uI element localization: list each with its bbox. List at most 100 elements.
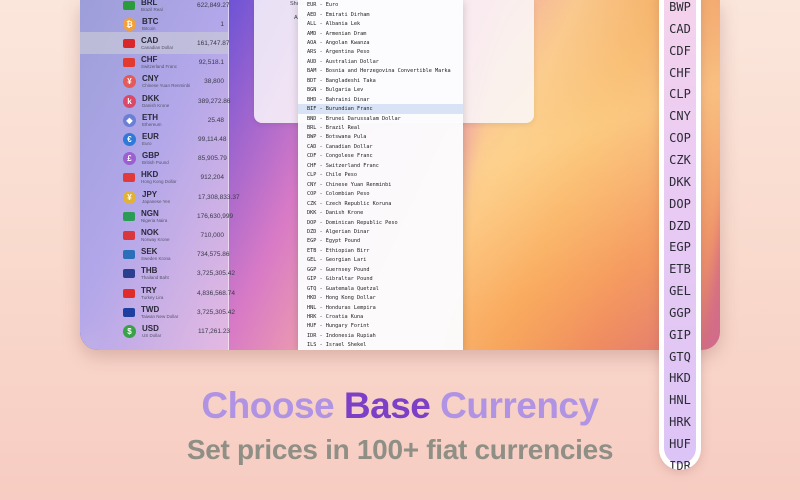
currency-balance: 912,204 xyxy=(200,174,225,182)
dropdown-option[interactable]: BND - Brunei Darussalam Dollar xyxy=(298,114,463,123)
norway-flag-icon xyxy=(123,230,135,240)
dropdown-option[interactable]: BHD - Bahraini Dinar xyxy=(298,95,463,104)
currency-dropdown-menu[interactable]: EUR - Euro AED - Emirati Dirham ALL - Alba… xyxy=(298,0,463,350)
picker-option[interactable]: COP xyxy=(659,131,701,145)
dropdown-option[interactable]: CLP - Chile Peso xyxy=(298,171,463,180)
dropdown-option[interactable]: GEL - Georgian Lari xyxy=(298,256,463,265)
dropdown-option[interactable]: GGP - Guernsey Pound xyxy=(298,265,463,274)
dropdown-option[interactable]: BAM - Bosnia and Herzegovina Convertible… xyxy=(298,67,463,76)
dropdown-option[interactable]: CHF - Switzerland Franc xyxy=(298,161,463,170)
picker-option[interactable]: DOP xyxy=(659,197,701,211)
currency-text: GBP British Pound xyxy=(142,151,198,166)
currency-code: NOK xyxy=(141,227,159,237)
picker-option[interactable]: CDF xyxy=(659,44,701,58)
currency-balance: 85,905.79 xyxy=(198,155,227,163)
thailand-flag-icon xyxy=(123,269,135,279)
currency-name: Taiwan New Dollar xyxy=(141,313,179,319)
dropdown-option[interactable]: AUD - Australian Dollar xyxy=(298,57,463,66)
currency-name: Canadian Dollar xyxy=(141,44,174,50)
dropdown-option[interactable]: ARS - Argentina Peso xyxy=(298,48,463,57)
pound-coin-icon: £ xyxy=(123,152,136,166)
picker-option[interactable]: HKD xyxy=(659,371,701,385)
dropdown-option[interactable]: HUF - Hungary Forint xyxy=(298,322,463,331)
currency-text: CNY Chinese Yuan Renminbi xyxy=(142,74,198,89)
dropdown-option[interactable]: BIF - Burundian Franc xyxy=(298,104,463,114)
picker-option[interactable]: CHF xyxy=(659,66,701,80)
currency-name: Chinese Yuan Renminbi xyxy=(142,83,191,89)
dropdown-option[interactable]: HNL - Honduras Lempira xyxy=(298,303,463,312)
currency-name: Brazil Real xyxy=(141,6,163,12)
currency-text: NGN Nigeria Naira xyxy=(141,209,197,224)
currency-text: BRL Brazil Real xyxy=(141,0,197,13)
dropdown-option[interactable]: HRK - Croatia Kuna xyxy=(298,312,463,321)
currency-code: GBP xyxy=(142,151,160,161)
picker-option[interactable]: GTQ xyxy=(659,350,701,364)
subheadline: Set prices in 100+ fiat currencies xyxy=(186,434,614,465)
currency-code: CAD xyxy=(141,35,159,45)
currency-name: Japanese Yen xyxy=(142,198,171,204)
currency-name: British Pound xyxy=(142,160,169,166)
picker-option[interactable]: CAD xyxy=(659,22,701,36)
dropdown-option[interactable]: AMD - Armenian Dram xyxy=(298,29,463,38)
dropdown-option[interactable]: CAD - Canadian Dollar xyxy=(298,142,463,151)
dropdown-option[interactable]: COP - Colombian Peso xyxy=(298,190,463,199)
dropdown-option[interactable]: BRL - Brazil Real xyxy=(298,123,463,132)
sidebar-item-usd[interactable]: $ USD US Dollar 117,261.23 xyxy=(80,320,230,342)
dropdown-option[interactable]: ETB - Ethiopian Birr xyxy=(298,246,463,255)
canada-flag-icon xyxy=(123,38,135,48)
picker-option[interactable]: CNY xyxy=(659,109,701,123)
currency-text: TWD Taiwan New Dollar xyxy=(141,305,197,320)
currency-text: ETH Ethereum xyxy=(142,113,198,128)
dropdown-option[interactable]: BGN - Bulgaria Lev xyxy=(298,86,463,95)
picker-option[interactable]: GGP xyxy=(659,306,701,320)
picker-option[interactable]: GIP xyxy=(659,328,701,342)
currency-code: HKD xyxy=(141,170,159,180)
bitcoin-coin-icon: ₿ xyxy=(123,17,136,31)
currency-code: EUR xyxy=(142,131,159,141)
picker-option[interactable]: GEL xyxy=(659,284,701,298)
currency-text: CAD Canadian Dollar xyxy=(141,36,197,51)
dropdown-option[interactable]: DOP - Dominican Republic Peso xyxy=(298,218,463,227)
dropdown-option[interactable]: AOA - Angolan Kwanza xyxy=(298,38,463,47)
yen-coin-icon: ¥ xyxy=(123,190,136,204)
picker-option[interactable]: EGP xyxy=(659,240,701,254)
currency-text: HKD Hong Kong Dollar xyxy=(141,170,197,185)
currency-code: DKK xyxy=(142,93,160,103)
picker-option[interactable]: DKK xyxy=(659,175,701,189)
dropdown-option[interactable]: HKD - Hong Kong Dollar xyxy=(298,293,463,302)
ethereum-coin-icon: ◆ xyxy=(123,113,136,127)
dropdown-option[interactable]: GIP - Gibraltar Pound xyxy=(298,275,463,284)
dropdown-option[interactable]: BDT - Bangladeshi Taka xyxy=(298,76,463,85)
currency-text: TRY Turkey Lira xyxy=(141,286,197,301)
currency-code: SEK xyxy=(141,247,158,257)
dropdown-option[interactable]: CNY - Chinese Yuan Renminbi xyxy=(298,180,463,189)
currency-sidebar: BRL Brazil Real 622,849.27 ₿ BTC Bitcoin 1 CAD C… xyxy=(80,0,240,350)
currency-text: THB Thailand Baht xyxy=(141,266,197,281)
dropdown-option[interactable]: ALL - Albania Lek xyxy=(298,19,463,28)
currency-name: Sweden Krona xyxy=(141,256,171,262)
dropdown-option[interactable]: GTQ - Guatemala Quetzal xyxy=(298,284,463,293)
currency-code: USD xyxy=(142,323,159,333)
currency-name: US Dollar xyxy=(142,332,162,338)
dropdown-option[interactable]: CZK - Czech Republic Koruna xyxy=(298,199,463,208)
picker-option[interactable]: DZD xyxy=(659,219,701,233)
currency-balance: 176,630,999 xyxy=(197,212,234,220)
dropdown-option[interactable]: AED - Emirati Dirham xyxy=(298,10,463,19)
currency-balance: 1 xyxy=(220,20,224,28)
dropdown-option[interactable]: IDR - Indonesia Rupiah xyxy=(298,331,463,340)
picker-option[interactable]: ETB xyxy=(659,262,701,276)
currency-balance: 161,747.87 xyxy=(197,39,230,47)
picker-option[interactable]: BWP xyxy=(659,0,701,14)
picker-option[interactable]: CLP xyxy=(659,87,701,101)
dollar-coin-icon: $ xyxy=(123,324,136,338)
currency-balance: 4,836,568.74 xyxy=(197,289,235,297)
currency-code: BTC xyxy=(142,16,159,26)
dropdown-option[interactable]: DZD - Algerian Dinar xyxy=(298,227,463,236)
dropdown-option[interactable]: EUR - Euro xyxy=(298,1,463,10)
dropdown-option[interactable]: BWP - Botswana Pula xyxy=(298,133,463,142)
dropdown-option[interactable]: CDF - Congolese Franc xyxy=(298,152,463,161)
picker-option[interactable]: CZK xyxy=(659,153,701,167)
dropdown-option[interactable]: DKK - Danish Krone xyxy=(298,208,463,217)
dropdown-option[interactable]: ILS - Israel Shekel xyxy=(298,341,463,350)
dropdown-option[interactable]: EGP - Egypt Pound xyxy=(298,237,463,246)
